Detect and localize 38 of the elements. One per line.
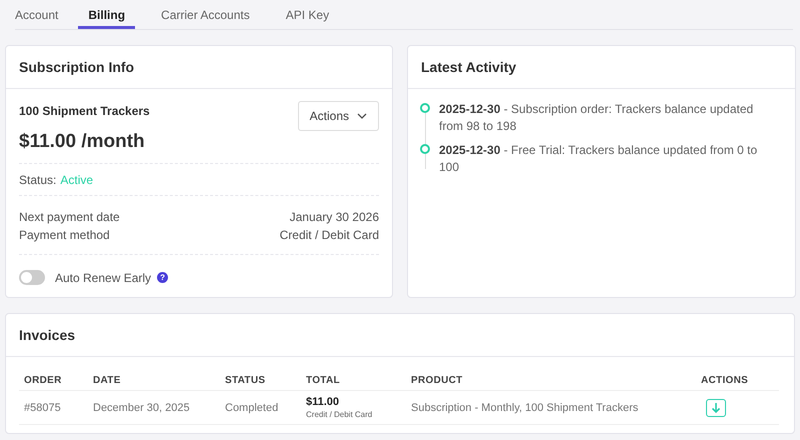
price: $11.00 /month xyxy=(19,131,146,153)
toggle-switch[interactable] xyxy=(19,270,45,285)
table-cell: Completed xyxy=(220,390,301,424)
status-label: Status: xyxy=(19,173,56,187)
tab[interactable]: Carrier Accounts xyxy=(161,0,250,29)
timeline-dot-icon xyxy=(420,103,430,113)
download-icon xyxy=(711,402,721,414)
download-button[interactable] xyxy=(706,398,726,416)
activity-text: 2025-12-30 - Subscription order: Trackers balance updated from 98 to 198 xyxy=(439,101,754,135)
table-cell: #58075 xyxy=(19,390,88,424)
help-icon[interactable]: ? xyxy=(157,272,168,283)
toggle-label: Auto Renew Early xyxy=(55,270,152,284)
timeline-dot-icon xyxy=(420,144,430,154)
detail-value: Credit / Debit Card xyxy=(280,227,379,244)
actions-button[interactable]: Actions xyxy=(298,101,379,131)
status-value: Active xyxy=(60,173,94,187)
column-header: PRODUCT xyxy=(406,365,696,390)
activity-text: 2025-12-30 - Free Trial: Trackers balance updated from 0 to 100 xyxy=(439,142,758,176)
table-cell: Subscription - Monthly, 100 Shipment Trackers xyxy=(406,390,696,424)
column-header: ACTIONS xyxy=(696,365,779,390)
tab[interactable]: API Key xyxy=(286,0,330,29)
chevron-down-icon xyxy=(357,113,367,119)
card-title: Latest Activity xyxy=(408,46,795,89)
detail-label: Payment method xyxy=(19,227,110,244)
plan-name: 100 Shipment Trackers xyxy=(19,104,150,118)
table-cell: December 30, 2025 xyxy=(88,390,220,424)
payment-method: Credit / Debit Card xyxy=(306,410,374,419)
detail-value: January 30 2026 xyxy=(290,209,379,226)
detail-label: Next payment date xyxy=(19,209,120,226)
column-header: STATUS xyxy=(220,365,301,390)
total-amount: $11.00 xyxy=(306,396,340,408)
card-title: Invoices xyxy=(6,314,794,357)
column-header: DATE xyxy=(88,365,220,390)
card-title: Subscription Info xyxy=(6,46,392,89)
column-header: ORDER xyxy=(19,365,88,390)
tab[interactable]: Account xyxy=(15,0,58,29)
tab[interactable]: Billing xyxy=(78,0,136,29)
column-header: TOTAL xyxy=(301,365,406,390)
